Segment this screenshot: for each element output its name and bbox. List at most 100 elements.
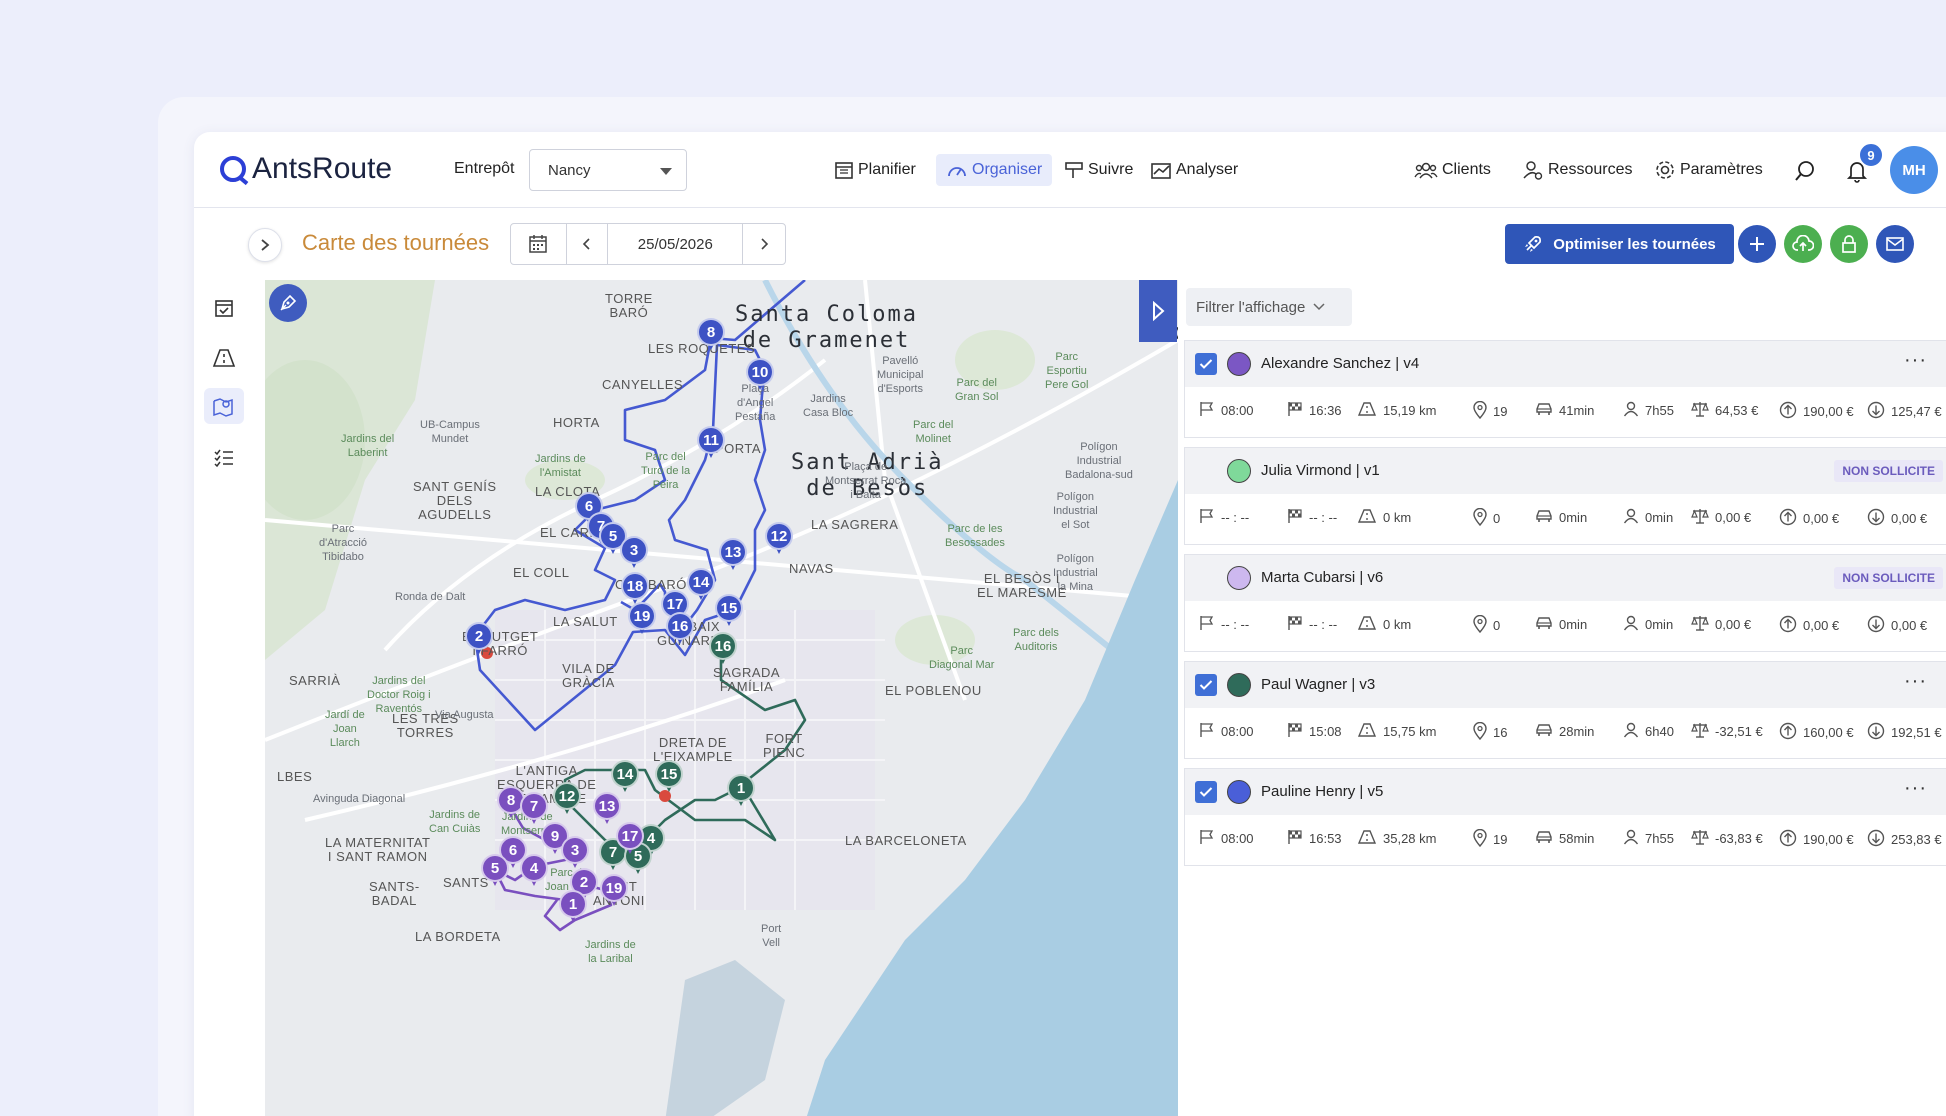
nav-analyser[interactable]: Analyser [1140,154,1248,186]
stop-marker-green[interactable]: 16 [709,632,737,666]
tour-checkbox[interactable] [1195,781,1217,803]
cloud-upload-button[interactable] [1784,225,1822,263]
arrow-up-circle-icon [1779,615,1803,636]
tour-stat-value: 0min [1559,510,1588,525]
stop-number: 3 [561,836,589,864]
nav-planifier[interactable]: Planifier [824,154,926,186]
stop-marker-purple[interactable]: 13 [593,792,621,826]
map-place-label: Jardins Casa Bloc [803,393,854,419]
stop-marker-purple[interactable]: 17 [616,822,644,856]
tour-stat-start: 08:00 [1199,722,1254,741]
tour-card[interactable]: Pauline Henry | v5 ··· 08:00 16:53 35,28 km 1… [1184,768,1946,866]
stop-marker-purple[interactable]: 4 [520,854,548,888]
tour-card[interactable]: Marta Cubarsi | v6 NON SOLLICITE -- : -- --… [1184,554,1946,652]
more-options-button[interactable]: ··· [1904,349,1927,372]
more-options-button[interactable]: ··· [1904,670,1927,693]
tour-stat-cost: 0,00 € [1867,615,1927,636]
tour-stat-value: 15:08 [1309,724,1342,739]
map-place-label: Parc del Gran Sol [955,377,999,403]
next-day-button[interactable] [743,224,785,264]
lock-button[interactable] [1830,225,1868,263]
filter-display-button[interactable]: Filtrer l'affichage [1186,288,1352,326]
tour-stat-value: 0,00 € [1715,510,1752,525]
expand-sidebar-button[interactable] [248,228,282,262]
tour-stat-value: -- : -- [1221,510,1250,525]
app-window: AntsRoute Entrepôt Nancy Planifier Organ… [194,132,1946,1116]
email-button[interactable] [1876,225,1914,263]
calendar-button[interactable] [511,224,567,264]
tour-stat-value: 7h55 [1645,403,1674,418]
stop-marker-blue[interactable]: 8 [697,318,725,352]
stop-marker-green[interactable]: 12 [553,782,581,816]
tour-stat-stops: 16 [1473,721,1507,743]
map-place-label: SANTS- BADAL [369,879,420,908]
add-button[interactable] [1738,225,1776,263]
stop-number: 14 [611,760,639,788]
stop-number: 7 [520,792,548,820]
stop-marker-blue[interactable]: 15 [715,594,743,628]
map-place-label: Parc d'Atracció Tibidabo [319,523,367,563]
stop-marker-purple[interactable]: 5 [481,854,509,888]
more-options-button[interactable]: ··· [1904,777,1927,800]
nav-clients[interactable]: Clients [1404,154,1501,186]
status-badge: NON SOLLICITE [1834,460,1943,482]
antsroute-logo[interactable]: AntsRoute [220,152,392,186]
tour-header: Pauline Henry | v5 ··· [1185,769,1946,815]
stop-number: 15 [715,594,743,622]
stop-marker-purple[interactable]: 3 [561,836,589,870]
search-button[interactable] [1790,156,1820,186]
tours-map[interactable]: Santa Coloma de Gramenet Sant Adrià de Be… [265,280,1178,1116]
road-icon [1357,508,1383,527]
stop-marker-blue[interactable]: 3 [620,536,648,570]
previous-day-button[interactable] [567,224,609,264]
rail-map[interactable] [204,388,244,424]
map-place-label: Via Augusta [435,709,494,721]
arrow-down-circle-icon [1867,401,1891,422]
flag-icon [1199,722,1221,741]
stop-marker-purple[interactable]: 7 [520,792,548,826]
envelope-icon [1886,237,1904,251]
date-value[interactable]: 25/05/2026 [608,224,744,264]
calendar-icon [529,235,548,253]
map-place-label: FORT PIENC [763,731,806,760]
rail-checklist[interactable] [204,440,244,476]
edit-route-button[interactable] [269,284,307,322]
entrepot-select[interactable]: Nancy [529,149,687,191]
stop-marker-blue[interactable]: 12 [765,522,793,556]
rail-routes[interactable] [204,340,244,376]
map-place-label: Parc dels Auditoris [1013,627,1059,653]
stop-marker-blue[interactable]: 13 [719,538,747,572]
tour-card[interactable]: Julia Virmond | v1 NON SOLLICITE -- : -- --… [1184,447,1946,545]
arrow-up-circle-icon [1779,722,1803,743]
stop-marker-blue[interactable]: 2 [465,622,493,656]
stop-marker-blue[interactable]: 14 [687,568,715,602]
rail-tasks[interactable] [204,290,244,326]
stop-marker-blue[interactable]: 18 [621,572,649,606]
nav-ressources[interactable]: Ressources [1512,154,1642,186]
nav-suivre[interactable]: Suivre [1054,154,1143,186]
stop-marker-green[interactable]: 1 [727,774,755,808]
optimize-tours-button[interactable]: Optimiser les tournées [1505,224,1734,264]
nav-parametres[interactable]: Paramètres [1644,154,1773,186]
tour-card[interactable]: Paul Wagner | v3 ··· 08:00 15:08 15,75 km 16 2… [1184,661,1946,759]
stop-marker-purple[interactable]: 19 [600,874,628,908]
user-avatar[interactable]: MH [1890,146,1938,194]
nav-organiser[interactable]: Organiser [936,154,1053,186]
finish-flag-icon [1287,401,1309,420]
stop-marker-blue[interactable]: 10 [746,358,774,392]
check-icon [1199,680,1213,690]
stop-marker-purple[interactable]: 1 [559,890,587,924]
stop-marker-green[interactable]: 14 [611,760,639,794]
stop-marker-green[interactable]: 15 [655,760,683,794]
tour-header: Marta Cubarsi | v6 NON SOLLICITE [1185,555,1946,601]
tour-stat-value: 0,00 € [1715,617,1752,632]
tour-card[interactable]: Alexandre Sanchez | v4 ··· 08:00 16:36 15,19… [1184,340,1946,438]
stop-marker-blue[interactable]: 16 [666,612,694,646]
stop-marker-blue[interactable]: 11 [697,426,725,460]
collapse-panel-button[interactable] [1139,280,1177,342]
location-pin-icon [1473,507,1493,529]
tour-checkbox[interactable] [1195,353,1217,375]
stop-marker-blue[interactable]: 19 [628,602,656,636]
tour-header: Alexandre Sanchez | v4 ··· [1185,341,1946,387]
tour-checkbox[interactable] [1195,674,1217,696]
